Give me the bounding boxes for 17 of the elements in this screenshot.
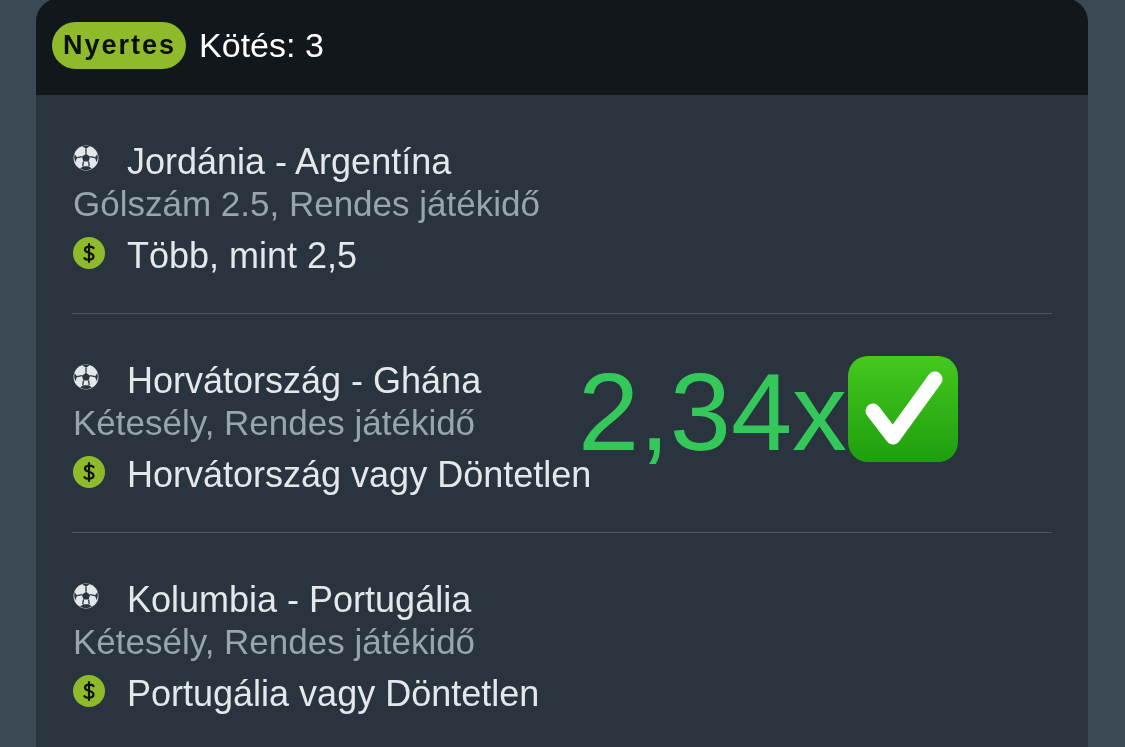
selection-text: Több, mint 2,5 — [127, 235, 358, 277]
match-title: Horvátország - Ghána — [127, 360, 482, 402]
check-mark-icon — [847, 355, 960, 463]
status-badge: Nyertes — [52, 22, 187, 69]
soccer-ball-icon — [73, 583, 99, 609]
market-text: Kétesély, Rendes játékidő — [73, 402, 476, 444]
selection-text: Portugália vagy Döntetlen — [127, 673, 540, 715]
soccer-ball-icon — [73, 364, 99, 390]
dollar-icon — [73, 237, 105, 269]
match-title: Kolumbia - Portugália — [127, 579, 472, 621]
bet-count-title: Kötés: 3 — [199, 25, 324, 66]
market-text: Gólszám 2.5, Rendes játékidő — [73, 183, 540, 225]
market-text: Kétesély, Rendes játékidő — [73, 621, 476, 663]
soccer-ball-icon — [73, 145, 99, 171]
dollar-icon — [73, 456, 105, 488]
dollar-icon — [73, 675, 105, 707]
match-title: Jordánia - Argentína — [127, 141, 452, 183]
